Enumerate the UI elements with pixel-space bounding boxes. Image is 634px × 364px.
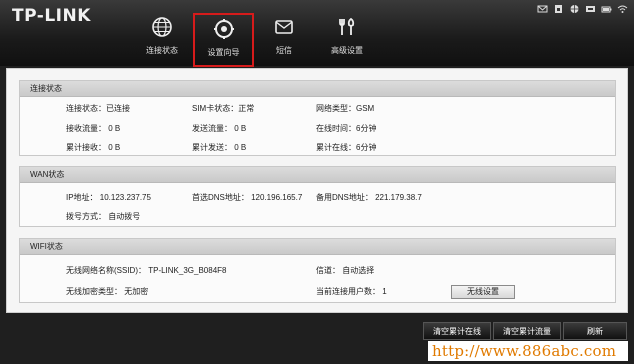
total-online: 累计在线：6分钟	[316, 143, 377, 152]
nav-label: 高级设置	[331, 46, 363, 55]
sms-icon	[537, 4, 548, 16]
section-title: 连接状态	[20, 81, 615, 97]
rx-traffic: 接收流量： 0 B	[66, 124, 121, 133]
primary-dns: 首选DNS地址： 120.196.165.7	[192, 193, 303, 202]
nav-label: 设置向导	[207, 48, 240, 57]
refresh-button[interactable]: 刷新	[563, 322, 627, 340]
sim-status: SIM卡状态：正常	[192, 104, 255, 113]
nav-sms[interactable]: 短信	[254, 16, 314, 66]
nav-setup-wizard[interactable]: 设置向导	[193, 13, 254, 67]
tx-traffic: 发送流量： 0 B	[192, 124, 247, 133]
section-title: WIFI状态	[20, 239, 615, 255]
clear-online-time-button[interactable]: 清空累计在线	[423, 322, 491, 340]
nav-connection-status[interactable]: 连接状态	[132, 16, 192, 66]
network-type: 网络类型：GSM	[316, 104, 375, 113]
connection-state: 连接状态：已连接	[66, 104, 130, 113]
top-header: TP-LINK 连接状态 设置向导 短信 高级设置	[0, 0, 634, 67]
nav-label: 连接状态	[146, 46, 178, 55]
tp-link-logo: TP-LINK	[12, 6, 91, 26]
wifi-channel: 信道： 自动选择	[316, 266, 375, 275]
wifi-icon	[617, 4, 628, 16]
wan-status-section: WAN状态 IP地址： 10.123.237.75 首选DNS地址： 120.1…	[19, 166, 616, 227]
wifi-ssid: 无线网络名称(SSID)： TP-LINK_3G_B084F8	[66, 266, 227, 275]
network-icon	[585, 4, 596, 16]
wifi-encryption: 无线加密类型： 无加密	[66, 287, 149, 296]
wifi-users: 当前连接用户数： 1	[316, 287, 387, 296]
wan-ip: IP地址： 10.123.237.75	[66, 193, 151, 202]
sim-icon	[553, 4, 564, 16]
clear-traffic-button[interactable]: 清空累计流量	[493, 322, 561, 340]
total-tx: 累计发送： 0 B	[192, 143, 247, 152]
wireless-settings-button[interactable]: 无线设置	[451, 285, 515, 299]
battery-icon	[601, 4, 612, 16]
nav-advanced-settings[interactable]: 高级设置	[317, 16, 377, 66]
status-icons	[537, 4, 628, 16]
online-time: 在线时间：6分钟	[316, 124, 377, 133]
globe-icon	[569, 4, 580, 16]
section-title: WAN状态	[20, 167, 615, 183]
main-panel: 连接状态 连接状态：已连接 SIM卡状态：正常 网络类型：GSM 接收流量： 0…	[6, 68, 628, 313]
secondary-dns: 备用DNS地址： 221.179.38.7	[316, 193, 422, 202]
nav-label: 短信	[276, 46, 292, 55]
site-watermark: http://www.886abc.com	[428, 341, 628, 361]
total-rx: 累计接收： 0 B	[66, 143, 121, 152]
connection-status-section: 连接状态 连接状态：已连接 SIM卡状态：正常 网络类型：GSM 接收流量： 0…	[19, 80, 616, 156]
globe-icon	[151, 16, 173, 38]
dial-mode: 拨号方式： 自动拨号	[66, 212, 141, 221]
settings-icon	[213, 18, 235, 40]
tools-icon	[336, 16, 358, 38]
wifi-status-section: WIFI状态 无线网络名称(SSID)： TP-LINK_3G_B084F8 信…	[19, 238, 616, 303]
mail-icon	[273, 16, 295, 38]
